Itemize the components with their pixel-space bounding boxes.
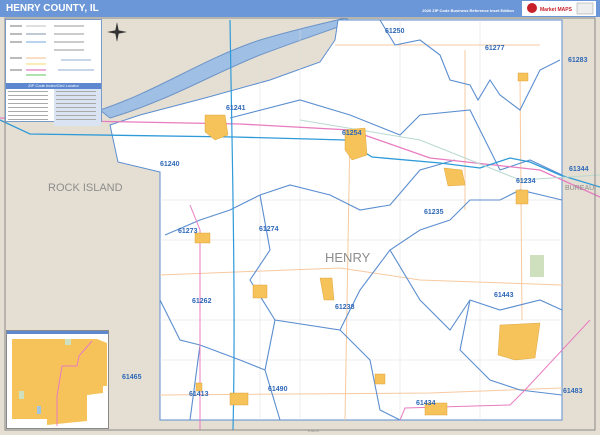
legend-symbols: [10, 25, 94, 76]
zip-label: 61483: [563, 388, 583, 395]
zip-label: 61413: [189, 391, 209, 398]
zip-label: 61283: [568, 57, 588, 64]
zip-label: 61273: [178, 228, 198, 235]
county-label-henry: HENRY: [325, 250, 371, 265]
logo-icon: Market MAPS: [527, 2, 594, 15]
zip-label: 61254: [342, 130, 362, 137]
zip-label: 61274: [259, 226, 279, 233]
zip-label: 61277: [485, 45, 505, 52]
zip-label: 61434: [416, 400, 436, 407]
zip-label: 61465: [122, 374, 142, 381]
edition-label: 2026 ZIP Code Business Reference Inset E…: [422, 8, 514, 13]
publisher-logo: Market MAPS: [522, 1, 596, 16]
zip-label: 61234: [516, 178, 536, 185]
zip-label: 61241: [226, 105, 246, 112]
city-inset-map[interactable]: [6, 330, 109, 429]
zip-label: 61262: [192, 298, 212, 305]
county-label-bureau: BUREAU: [565, 185, 594, 192]
state-park: [530, 255, 544, 277]
zip-label: 61238: [335, 304, 355, 311]
zip-label: 61250: [385, 28, 405, 35]
zip-label: 61443: [494, 292, 514, 299]
zip-label: 61240: [160, 161, 180, 168]
map-title: HENRY COUNTY, IL: [6, 3, 99, 14]
inset-map-canvas: [7, 331, 108, 426]
county-label-rock-island: ROCK ISLAND: [48, 182, 123, 194]
svg-text:Market MAPS: Market MAPS: [540, 7, 573, 13]
map-legend: ZIP Code Index/Grid Locator: [5, 19, 102, 126]
zip-label: 61344: [569, 166, 589, 173]
zip-label: 61235: [424, 209, 444, 216]
zip-index-table: [8, 89, 101, 126]
zip-label: 61490: [268, 386, 288, 393]
header-bar: HENRY COUNTY, IL 2026 ZIP Code Business …: [0, 0, 600, 17]
